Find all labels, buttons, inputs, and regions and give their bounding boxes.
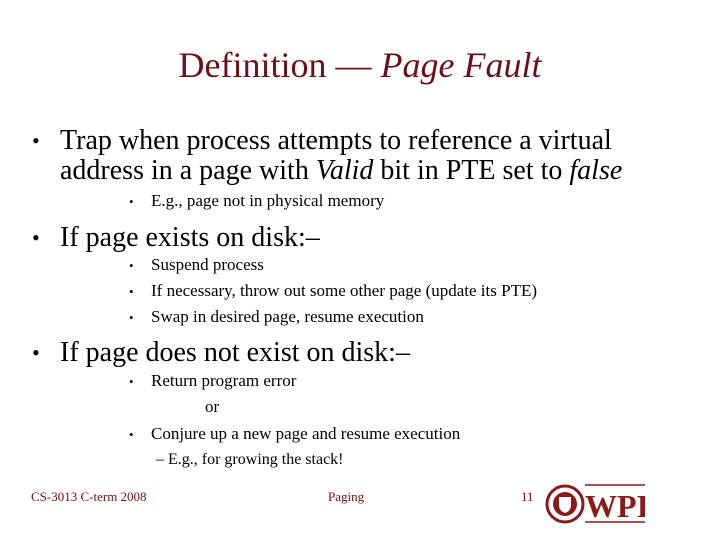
footer-topic: Paging xyxy=(328,489,365,504)
page-number: 11 xyxy=(521,489,534,504)
sub-sub-bullet: – E.g., for growing the stack! xyxy=(156,451,344,468)
sub-text: Suspend process xyxy=(151,255,264,274)
sub-bullet: • If necessary, throw out some other page… xyxy=(129,281,537,301)
footer-course: CS-3013 C-term 2008 xyxy=(31,489,147,504)
bullet-2-text: If page exists on disk:– xyxy=(60,222,320,253)
bullet-icon: • xyxy=(129,427,134,442)
or-text: or xyxy=(205,397,220,416)
bullet-icon: • xyxy=(129,284,134,299)
bullet-icon: • xyxy=(129,258,134,273)
bullet-icon: • xyxy=(32,128,40,153)
bullet-1-line1: Trap when process attempts to reference … xyxy=(60,125,612,156)
sub-text: E.g., page not in physical memory xyxy=(151,191,385,210)
sub-bullet: • E.g., page not in physical memory xyxy=(129,191,384,211)
text: bit in PTE set to xyxy=(373,155,570,186)
bullet-1-line2: address in a page with Valid bit in PTE … xyxy=(60,155,622,187)
sub-text: Conjure up a new page and resume executi… xyxy=(151,424,461,443)
bullet-icon: • xyxy=(32,340,40,365)
bullet-icon: • xyxy=(32,225,40,250)
text: address in a page with xyxy=(60,155,316,186)
logo-text: WPI xyxy=(585,488,645,524)
sub-bullet: • Swap in desired page, resume execution xyxy=(129,307,424,327)
title-italic: Page Fault xyxy=(380,45,542,85)
title-main: Definition — xyxy=(178,45,381,85)
bullet-3-text: If page does not exist on disk:– xyxy=(60,337,410,368)
sub-text: If necessary, throw out some other page … xyxy=(151,281,538,300)
bullet-icon: • xyxy=(129,374,134,389)
false-italic: false xyxy=(569,155,623,186)
slide-title: Definition — Page Fault xyxy=(0,44,720,86)
sub-bullet: • Return program error xyxy=(129,371,296,391)
sub-bullet: • Conjure up a new page and resume execut… xyxy=(129,424,460,444)
sub-text: Return program error xyxy=(151,371,297,390)
valid-italic: Valid xyxy=(315,155,374,186)
wpi-logo: WPI xyxy=(545,484,645,524)
bullet-icon: • xyxy=(129,194,134,209)
sub-text: Swap in desired page, resume execution xyxy=(151,307,424,326)
bullet-icon: • xyxy=(129,310,134,325)
sub-bullet: • Suspend process xyxy=(129,255,264,275)
